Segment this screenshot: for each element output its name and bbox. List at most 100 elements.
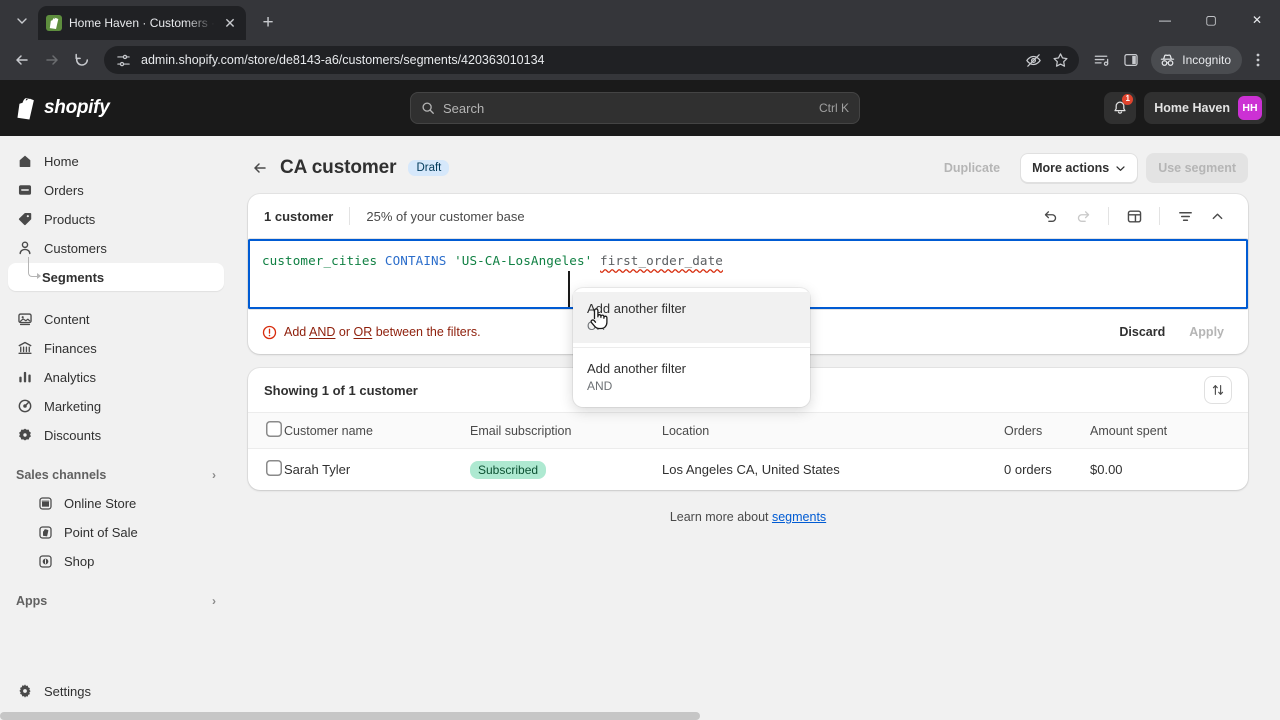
sidebar-divider-gap (0, 292, 232, 304)
bookmark-star-icon[interactable] (1052, 52, 1069, 69)
error-suffix: between the filters. (372, 325, 481, 339)
notifications-button[interactable]: 1 (1104, 92, 1137, 124)
chevron-right-icon[interactable]: › (212, 468, 216, 482)
column-header-email-subscription[interactable]: Email subscription (470, 412, 662, 449)
sidebar-item-finances[interactable]: Finances (8, 334, 224, 362)
tab-close-icon[interactable]: ✕ (222, 15, 238, 31)
sort-arrows-icon[interactable] (1204, 376, 1232, 404)
text-caret (568, 271, 570, 307)
sidebar-item-home[interactable]: Home (8, 147, 224, 175)
tab-strip: Home Haven · Customers · Sho ✕ + — ▢ ✕ (0, 0, 1280, 40)
segments-link[interactable]: segments (772, 510, 826, 524)
use-segment-button: Use segment (1146, 153, 1248, 183)
incognito-label: Incognito (1182, 53, 1231, 67)
analytics-bars-icon (16, 368, 34, 386)
sidebar-item-settings[interactable]: Settings (8, 677, 224, 705)
store-switcher[interactable]: Home Haven HH (1144, 92, 1266, 124)
chevron-right-icon[interactable]: › (212, 594, 216, 608)
search-placeholder: Search (443, 100, 485, 116)
hide-password-icon[interactable] (1025, 52, 1042, 69)
back-arrow-icon[interactable] (8, 46, 36, 74)
sidebar-item-customers[interactable]: Customers (8, 234, 224, 262)
filter-icon[interactable] (1170, 201, 1200, 231)
subscription-status-badge: Subscribed (470, 461, 547, 479)
content-icon (16, 310, 34, 328)
gear-icon (16, 682, 34, 700)
error-and: AND (309, 325, 336, 339)
sidebar-item-label: Shop (64, 553, 95, 569)
column-header-location[interactable]: Location (662, 412, 1004, 449)
shopify-wordmark: shopify (44, 97, 110, 118)
sidebar-item-orders[interactable]: Orders (8, 176, 224, 204)
sidebar-item-label: Marketing (44, 398, 102, 414)
sidebar-item-content[interactable]: Content (8, 305, 224, 333)
window-minimize-icon[interactable]: — (1142, 0, 1188, 40)
browser-tab[interactable]: Home Haven · Customers · Sho ✕ (38, 6, 246, 40)
sidebar-item-discounts[interactable]: Discounts (8, 421, 224, 449)
tree-branch-icon (28, 257, 41, 279)
customer-base-percentage: 25% of your customer base (366, 208, 525, 224)
cell-customer-name: Sarah Tyler (284, 462, 351, 477)
column-header-orders[interactable]: Orders (1004, 412, 1090, 449)
store-name: Home Haven (1154, 101, 1230, 115)
back-arrow-icon[interactable] (248, 156, 272, 180)
cell-email-subscription: Subscribed (470, 449, 662, 491)
window-close-icon[interactable]: ✕ (1234, 0, 1280, 40)
sidebar-item-products[interactable]: Products (8, 205, 224, 233)
chrome-menu-icon[interactable] (1244, 46, 1272, 74)
site-settings-icon[interactable] (116, 53, 131, 68)
dropdown-item-subtitle: OR (587, 318, 796, 335)
column-header-customer-name[interactable]: Customer name (284, 412, 470, 449)
sidebar-item-marketing[interactable]: Marketing (8, 392, 224, 420)
shop-icon (36, 552, 54, 570)
scrollbar-thumb[interactable] (0, 712, 700, 720)
dropdown-item-title: Add another filter (587, 301, 687, 316)
sidebar-section-sales-channels[interactable]: Sales channels › (8, 462, 224, 488)
query-token-value: 'US-CA-LosAngeles' (454, 253, 593, 268)
new-tab-button[interactable]: + (254, 9, 282, 37)
query-toolbar (1036, 201, 1232, 231)
more-actions-button[interactable]: More actions (1020, 153, 1139, 183)
reading-list-icon[interactable] (1087, 46, 1115, 74)
column-header-amount-spent[interactable]: Amount spent (1090, 412, 1248, 449)
template-icon[interactable] (1119, 201, 1149, 231)
shopify-logo[interactable]: shopify (12, 96, 110, 120)
sidebar-section-apps[interactable]: Apps › (8, 588, 224, 614)
query-space (377, 253, 385, 268)
sidebar-item-point-of-sale[interactable]: Point of Sale (8, 518, 224, 546)
row-checkbox[interactable] (266, 460, 282, 476)
window-maximize-icon[interactable]: ▢ (1188, 0, 1234, 40)
collapse-chevron-icon[interactable] (1202, 201, 1232, 231)
side-panel-icon[interactable] (1117, 46, 1145, 74)
sidebar-item-label: Point of Sale (64, 524, 138, 540)
query-token-field: customer_cities (262, 253, 378, 268)
discounts-icon (16, 426, 34, 444)
marketing-icon (16, 397, 34, 415)
sidebar-item-shop[interactable]: Shop (8, 547, 224, 575)
undo-icon[interactable] (1036, 201, 1066, 231)
reload-icon[interactable] (68, 46, 96, 74)
window-controls: — ▢ ✕ (1142, 0, 1280, 40)
cell-location: Los Angeles CA, United States (662, 462, 840, 477)
tab-search-chevron-icon[interactable] (8, 7, 36, 35)
sidebar-item-label: Content (44, 311, 90, 327)
address-bar[interactable]: admin.shopify.com/store/de8143-a6/custom… (104, 46, 1080, 74)
page-header-actions: Duplicate More actions Use segment (931, 153, 1248, 183)
sidebar-item-label: Orders (44, 182, 84, 198)
dropdown-item-and[interactable]: Add another filter AND (573, 352, 810, 403)
discard-button[interactable]: Discard (1109, 319, 1175, 345)
horizontal-scrollbar[interactable] (0, 712, 1280, 720)
tab-title: Home Haven · Customers · Sho (69, 16, 215, 30)
sidebar-item-analytics[interactable]: Analytics (8, 363, 224, 391)
redo-icon (1068, 201, 1098, 231)
page-header: CA customer Draft Duplicate More actions… (248, 136, 1248, 192)
table-row[interactable]: Sarah Tyler Subscribed Los Angeles CA, U… (248, 449, 1248, 491)
sidebar-item-label: Discounts (44, 427, 102, 443)
incognito-indicator[interactable]: Incognito (1151, 46, 1242, 74)
sidebar-item-segments[interactable]: Segments (8, 257, 224, 291)
select-all-checkbox[interactable] (266, 421, 282, 437)
search-input[interactable]: Search Ctrl K (410, 92, 860, 124)
shopify-bag-icon (16, 96, 37, 120)
query-summary-bar: 1 customer 25% of your customer base (248, 194, 1248, 238)
sidebar-item-online-store[interactable]: Online Store (8, 489, 224, 517)
